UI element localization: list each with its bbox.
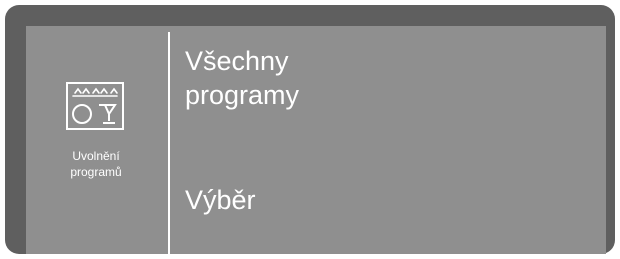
program-release-label: Uvolnění programů bbox=[26, 148, 166, 180]
program-release-panel: Uvolnění programů bbox=[26, 26, 166, 254]
menu-item-all-line2: programy bbox=[185, 80, 300, 110]
menu-item-selection-label: Výběr bbox=[185, 185, 256, 215]
menu-item-selection[interactable]: Výběr bbox=[185, 183, 256, 217]
device-frame: Uvolnění programů Všechny programy Výběr bbox=[5, 5, 615, 256]
label-line1: Uvolnění bbox=[72, 149, 120, 163]
display-screen: Uvolnění programů Všechny programy Výběr bbox=[26, 26, 606, 256]
label-line2: programů bbox=[70, 165, 122, 179]
menu-item-all-programs[interactable]: Všechny programy bbox=[185, 44, 299, 112]
dishwasher-icon bbox=[66, 82, 124, 130]
menu-list: Všechny programy Výběr bbox=[185, 26, 585, 254]
vertical-divider bbox=[168, 32, 170, 256]
menu-item-all-line1: Všechny bbox=[185, 46, 289, 76]
